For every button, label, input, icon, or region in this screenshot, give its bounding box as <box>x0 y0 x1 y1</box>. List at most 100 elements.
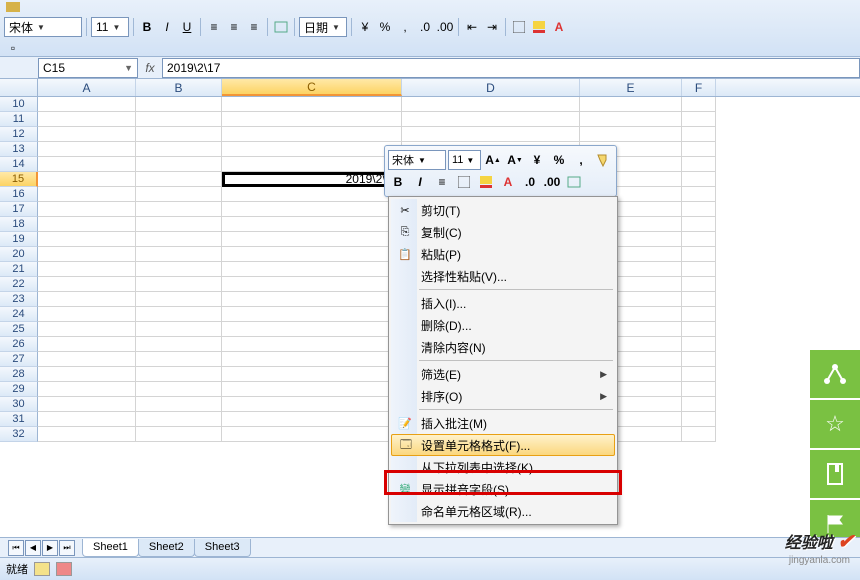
cell-F19[interactable] <box>682 232 716 247</box>
col-header-E[interactable]: E <box>580 79 682 96</box>
cell-F29[interactable] <box>682 382 716 397</box>
comma-button[interactable]: , <box>396 18 414 36</box>
cell-A24[interactable] <box>38 307 136 322</box>
cell-F27[interactable] <box>682 352 716 367</box>
cell-A18[interactable] <box>38 217 136 232</box>
name-box[interactable]: C15 ▼ <box>38 58 138 78</box>
cell-F26[interactable] <box>682 337 716 352</box>
cell-F24[interactable] <box>682 307 716 322</box>
cell-B11[interactable] <box>136 112 222 127</box>
cell-F30[interactable] <box>682 397 716 412</box>
tab-nav-first[interactable]: ⏮ <box>8 540 24 556</box>
align-right-button[interactable]: ≡ <box>245 18 263 36</box>
ctx-clear[interactable]: 清除内容(N) <box>391 336 615 358</box>
row-header-16[interactable]: 16 <box>0 187 38 202</box>
cell-A10[interactable] <box>38 97 136 112</box>
cell-A13[interactable] <box>38 142 136 157</box>
cell-F10[interactable] <box>682 97 716 112</box>
indent-decrease-button[interactable]: ⇤ <box>463 18 481 36</box>
ctx-format-cells[interactable]: 🗔设置单元格格式(F)... <box>391 434 615 456</box>
ctx-filter[interactable]: 筛选(E)▶ <box>391 363 615 385</box>
ctx-phonetic[interactable]: 變显示拼音字段(S) <box>391 478 615 500</box>
row-header-14[interactable]: 14 <box>0 157 38 172</box>
tab-nav-last[interactable]: ⏭ <box>59 540 75 556</box>
bold-button[interactable]: B <box>138 18 156 36</box>
col-header-D[interactable]: D <box>402 79 580 96</box>
row-header-25[interactable]: 25 <box>0 322 38 337</box>
cell-C10[interactable] <box>222 97 402 112</box>
cell-A31[interactable] <box>38 412 136 427</box>
cell-F22[interactable] <box>682 277 716 292</box>
cell-B28[interactable] <box>136 367 222 382</box>
cell-F31[interactable] <box>682 412 716 427</box>
row-header-12[interactable]: 12 <box>0 127 38 142</box>
cell-B25[interactable] <box>136 322 222 337</box>
cell-A30[interactable] <box>38 397 136 412</box>
row-header-30[interactable]: 30 <box>0 397 38 412</box>
mini-decrease-decimal[interactable]: .0 <box>520 172 540 192</box>
cell-C29[interactable] <box>222 382 402 397</box>
fill-color-button[interactable] <box>530 18 548 36</box>
cell-A15[interactable] <box>38 172 136 187</box>
cell-E11[interactable] <box>580 112 682 127</box>
toolbar-generic-icon[interactable]: ▫ <box>4 39 22 57</box>
cell-B16[interactable] <box>136 187 222 202</box>
cell-A27[interactable] <box>38 352 136 367</box>
cell-E10[interactable] <box>580 97 682 112</box>
percent-button[interactable]: % <box>376 18 394 36</box>
cell-C19[interactable] <box>222 232 402 247</box>
row-header-29[interactable]: 29 <box>0 382 38 397</box>
font-color-button[interactable]: A <box>550 18 568 36</box>
cell-F28[interactable] <box>682 367 716 382</box>
cell-F16[interactable] <box>682 187 716 202</box>
cell-C12[interactable] <box>222 127 402 142</box>
indent-increase-button[interactable]: ⇥ <box>483 18 501 36</box>
ctx-dropdown-list[interactable]: 从下拉列表中选择(K)... <box>391 456 615 478</box>
currency-button[interactable]: ¥ <box>356 18 374 36</box>
cell-B29[interactable] <box>136 382 222 397</box>
mini-align[interactable]: ≡ <box>432 172 452 192</box>
mini-bold[interactable]: B <box>388 172 408 192</box>
cell-B13[interactable] <box>136 142 222 157</box>
row-header-23[interactable]: 23 <box>0 292 38 307</box>
cell-A22[interactable] <box>38 277 136 292</box>
cell-B19[interactable] <box>136 232 222 247</box>
row-header-21[interactable]: 21 <box>0 262 38 277</box>
cell-B10[interactable] <box>136 97 222 112</box>
row-header-13[interactable]: 13 <box>0 142 38 157</box>
cell-D10[interactable] <box>402 97 580 112</box>
mini-increase-decimal[interactable]: .00 <box>542 172 562 192</box>
ctx-copy[interactable]: ⎘复制(C) <box>391 221 615 243</box>
row-header-32[interactable]: 32 <box>0 427 38 442</box>
row-header-11[interactable]: 11 <box>0 112 38 127</box>
cell-B18[interactable] <box>136 217 222 232</box>
fx-icon[interactable]: fx <box>138 61 162 75</box>
cell-B12[interactable] <box>136 127 222 142</box>
tab-nav-prev[interactable]: ◀ <box>25 540 41 556</box>
row-header-27[interactable]: 27 <box>0 352 38 367</box>
ctx-name-range[interactable]: 命名单元格区域(R)... <box>391 500 615 522</box>
cell-F18[interactable] <box>682 217 716 232</box>
mini-italic[interactable]: I <box>410 172 430 192</box>
row-header-19[interactable]: 19 <box>0 232 38 247</box>
align-center-button[interactable]: ≡ <box>225 18 243 36</box>
row-header-26[interactable]: 26 <box>0 337 38 352</box>
mini-borders[interactable] <box>454 172 474 192</box>
cell-C11[interactable] <box>222 112 402 127</box>
cell-A17[interactable] <box>38 202 136 217</box>
cell-B15[interactable] <box>136 172 222 187</box>
cell-F21[interactable] <box>682 262 716 277</box>
status-icon-1[interactable] <box>34 562 50 576</box>
cell-D11[interactable] <box>402 112 580 127</box>
row-header-28[interactable]: 28 <box>0 367 38 382</box>
mini-font-color[interactable]: A <box>498 172 518 192</box>
col-header-C[interactable]: C <box>222 79 402 96</box>
cell-C13[interactable] <box>222 142 402 157</box>
mini-fill-color[interactable] <box>476 172 496 192</box>
cell-C22[interactable] <box>222 277 402 292</box>
cell-A21[interactable] <box>38 262 136 277</box>
cell-F20[interactable] <box>682 247 716 262</box>
mini-merge[interactable] <box>564 172 584 192</box>
cell-C27[interactable] <box>222 352 402 367</box>
col-header-F[interactable]: F <box>682 79 716 96</box>
